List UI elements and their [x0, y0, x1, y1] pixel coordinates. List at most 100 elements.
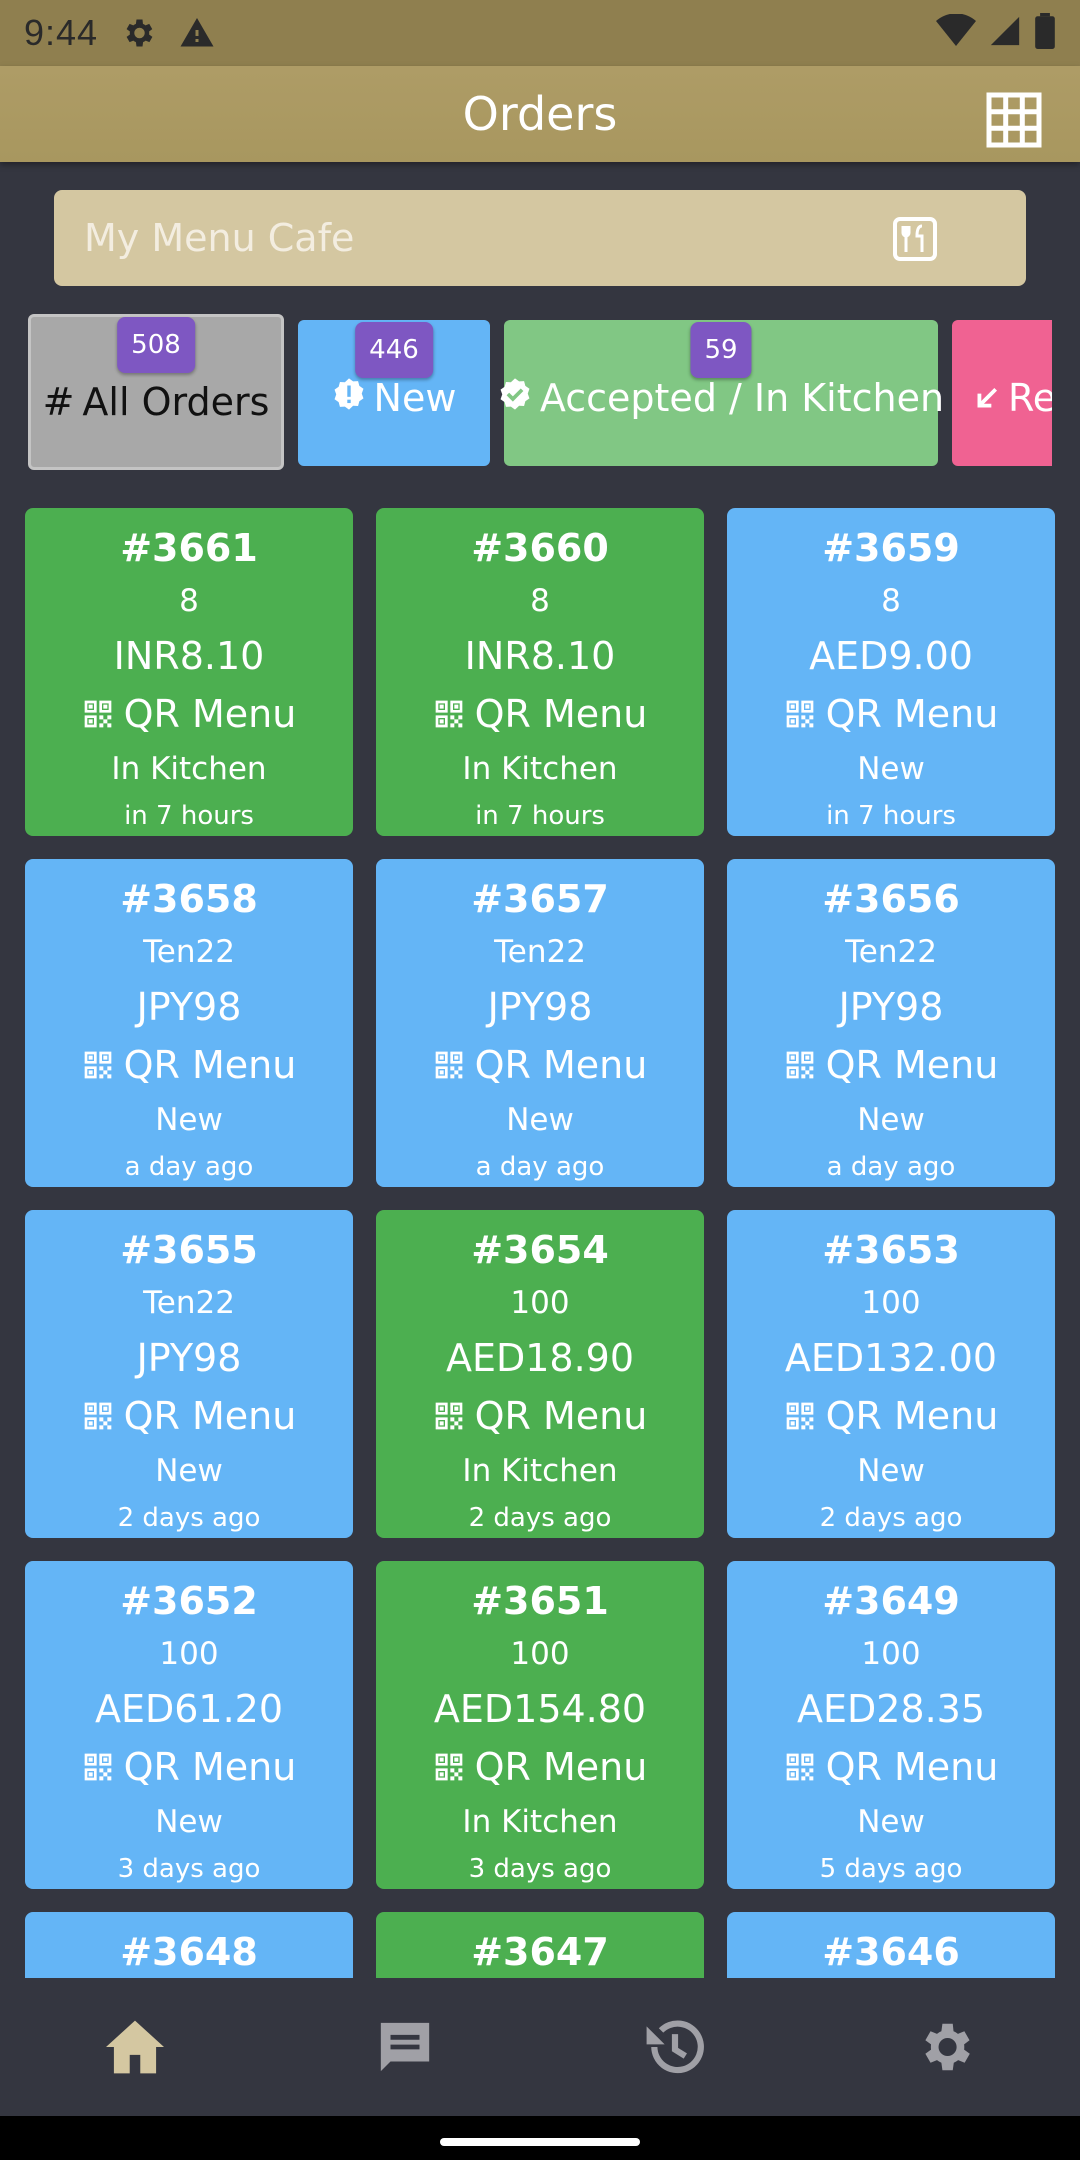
order-table: 100: [510, 1636, 570, 1673]
qr-code-icon: [82, 1049, 114, 1081]
order-status: In Kitchen: [111, 751, 267, 788]
order-number: #3661: [120, 525, 258, 570]
order-amount: AED9.00: [809, 634, 973, 679]
order-status: New: [155, 1453, 223, 1490]
order-table: Ten22: [143, 1285, 235, 1322]
nav-home[interactable]: [85, 1997, 185, 2097]
order-source-label: QR Menu: [123, 1744, 297, 1789]
order-card[interactable]: #3658 Ten22 JPY98 QR Menu New a day ago: [25, 859, 353, 1187]
settings-icon: [925, 2023, 970, 2071]
qr-code-icon: [784, 698, 816, 730]
order-table: Ten22: [143, 934, 235, 971]
orders-grid: #3661 8 INR8.10 QR Menu In Kitchen in 7 hours…: [25, 508, 1055, 1978]
home-gesture-pill[interactable]: [440, 2138, 640, 2146]
qr-code-icon: [433, 1400, 465, 1432]
count-badge: 59: [690, 322, 752, 378]
home-icon: [106, 2020, 164, 2074]
order-amount: AED154.80: [433, 1687, 647, 1732]
order-source-label: QR Menu: [123, 1393, 297, 1438]
settings-status-icon: [120, 15, 156, 51]
order-amount: AED18.90: [445, 1336, 635, 1381]
order-status: New: [155, 1804, 223, 1841]
order-amount: AED61.20: [94, 1687, 284, 1732]
page-title: Orders: [462, 87, 618, 141]
filter-new[interactable]: 446 New: [298, 320, 490, 466]
filter-label: Accepted / In Kitchen: [539, 376, 945, 420]
nav-history[interactable]: [625, 1997, 725, 2097]
order-status: New: [857, 1102, 925, 1139]
chat-icon: [380, 2022, 430, 2072]
order-time: a day ago: [124, 1152, 254, 1183]
filter-all-orders[interactable]: 508 # All Orders: [28, 314, 284, 470]
order-number: #3653: [822, 1227, 960, 1272]
order-card[interactable]: #3652 100 AED61.20 QR Menu New 3 days ago: [25, 1561, 353, 1889]
order-number: #3655: [120, 1227, 258, 1272]
order-amount: JPY98: [487, 985, 593, 1030]
order-card[interactable]: #3659 8 AED9.00 QR Menu New in 7 hours: [727, 508, 1055, 836]
order-source-label: QR Menu: [123, 691, 297, 736]
order-source: QR Menu: [784, 1738, 998, 1796]
order-status: New: [857, 1804, 925, 1841]
order-card[interactable]: #3651 100 AED154.80 QR Menu In Kitchen 3 days…: [376, 1561, 704, 1889]
restaurant-select[interactable]: My Menu Cafe: [54, 190, 1026, 286]
order-card[interactable]: #3654 100 AED18.90 QR Menu In Kitchen 2 days …: [376, 1210, 704, 1538]
wifi-icon: [936, 13, 976, 52]
order-source-label: QR Menu: [123, 1042, 297, 1087]
order-number: #3647: [471, 1930, 609, 1974]
order-source-label: QR Menu: [825, 691, 999, 736]
order-source: QR Menu: [82, 685, 297, 743]
qr-code-icon: [433, 1049, 465, 1081]
order-card[interactable]: #3656 Ten22 JPY98 QR Menu New a day ago: [727, 859, 1055, 1187]
order-time: in 7 hours: [124, 801, 254, 832]
order-status: New: [857, 1453, 925, 1490]
qr-code-icon: [784, 1400, 816, 1432]
history-icon: [646, 2020, 704, 2074]
order-amount: INR8.10: [464, 634, 616, 679]
order-card[interactable]: #3661 8 INR8.10 QR Menu In Kitchen in 7 hours: [25, 508, 353, 836]
battery-icon: [1034, 13, 1056, 53]
nav-settings[interactable]: [895, 1997, 995, 2097]
qr-code-icon: [433, 698, 465, 730]
order-amount: AED132.00: [784, 1336, 998, 1381]
nav-chat[interactable]: [355, 1997, 455, 2097]
order-amount: JPY98: [838, 985, 944, 1030]
qr-code-icon: [82, 1751, 114, 1783]
menu-icon[interactable]: [892, 216, 938, 262]
table-grid-icon[interactable]: [986, 92, 1042, 148]
order-card[interactable]: #3653 100 AED132.00 QR Menu New 2 days ago: [727, 1210, 1055, 1538]
order-number: #3646: [822, 1930, 960, 1974]
order-status: New: [155, 1102, 223, 1139]
order-time: in 7 hours: [826, 801, 956, 832]
order-number: #3651: [471, 1578, 609, 1623]
order-card[interactable]: #3646: [727, 1912, 1055, 1978]
order-number: #3656: [822, 876, 960, 921]
order-table: 100: [861, 1285, 921, 1322]
order-source-label: QR Menu: [474, 1744, 648, 1789]
order-status: New: [506, 1102, 574, 1139]
arrow-down-left-icon: [974, 376, 1000, 420]
order-table: Ten22: [494, 934, 586, 971]
filter-ready[interactable]: Re: [952, 320, 1052, 466]
order-source-label: QR Menu: [825, 1042, 999, 1087]
count-badge: 446: [355, 322, 433, 378]
order-source-label: QR Menu: [474, 1393, 648, 1438]
order-card[interactable]: #3649 100 AED28.35 QR Menu New 5 days ago: [727, 1561, 1055, 1889]
order-number: #3648: [120, 1930, 258, 1974]
order-card[interactable]: #3655 Ten22 JPY98 QR Menu New 2 days ago: [25, 1210, 353, 1538]
order-source: QR Menu: [784, 1387, 998, 1445]
order-time: a day ago: [826, 1152, 956, 1183]
order-card[interactable]: #3648: [25, 1912, 353, 1978]
filter-label: All Orders: [82, 380, 270, 424]
order-number: #3652: [120, 1578, 258, 1623]
order-card[interactable]: #3657 Ten22 JPY98 QR Menu New a day ago: [376, 859, 704, 1187]
order-time: 2 days ago: [468, 1503, 612, 1534]
order-source: QR Menu: [433, 1387, 648, 1445]
order-number: #3658: [120, 876, 258, 921]
order-card[interactable]: #3647: [376, 1912, 704, 1978]
order-source: QR Menu: [82, 1036, 297, 1094]
order-number: #3649: [822, 1578, 960, 1623]
order-amount: AED28.35: [796, 1687, 986, 1732]
filter-accepted-in-kitchen[interactable]: 59 Accepted / In Kitchen: [500, 320, 944, 466]
order-number: #3659: [822, 525, 960, 570]
order-card[interactable]: #3660 8 INR8.10 QR Menu In Kitchen in 7 hours: [376, 508, 704, 836]
